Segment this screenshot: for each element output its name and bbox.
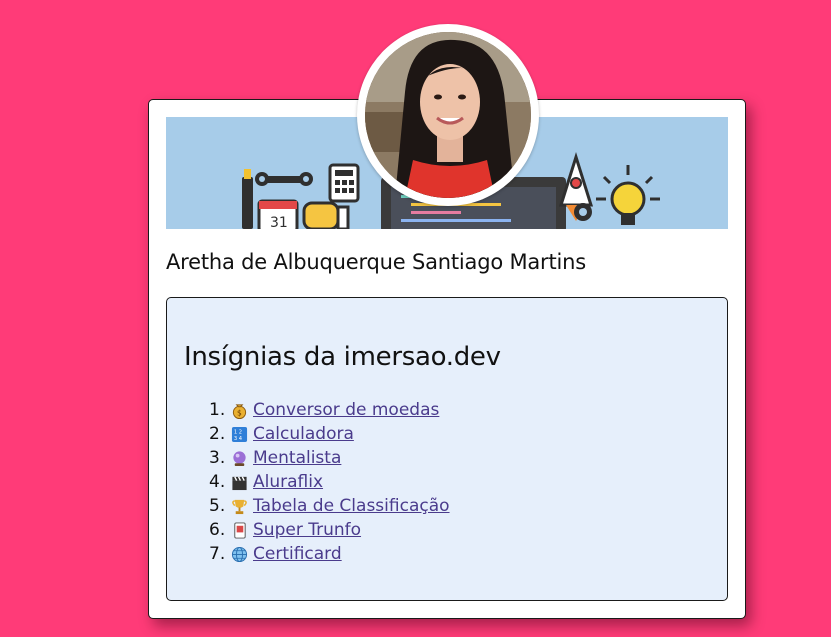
svg-text:31: 31: [270, 215, 288, 229]
profile-name: Aretha de Albuquerque Santiago Martins: [166, 250, 587, 274]
badge-link-tabela-de-classificacao[interactable]: Tabela de Classificação: [253, 494, 450, 518]
trophy-icon: [232, 499, 247, 514]
badge-list: 1. $ Conversor de moedas 2. 1 2 3 4 Calc…: [209, 398, 450, 566]
numbers-keypad-icon: 1 2 3 4: [231, 426, 248, 442]
badge-link-conversor-de-moedas[interactable]: Conversor de moedas: [253, 398, 439, 422]
list-number: 6.: [209, 520, 226, 540]
list-item: 5. Tabela de Classificação: [209, 494, 450, 518]
list-number: 4.: [209, 472, 226, 492]
crystal-ball-icon: [233, 450, 246, 466]
playing-card-icon: [234, 521, 246, 539]
avatar: [365, 32, 531, 198]
list-item: 7. Certificard: [209, 542, 450, 566]
list-number: 5.: [209, 496, 226, 516]
badge-link-aluraflix[interactable]: Aluraflix: [253, 470, 323, 494]
list-item: 1. $ Conversor de moedas: [209, 398, 450, 422]
svg-text:1 2: 1 2: [234, 429, 242, 435]
badge-link-certificard[interactable]: Certificard: [253, 542, 342, 566]
badge-link-calculadora[interactable]: Calculadora: [253, 422, 354, 446]
list-item: 4. Aluraflix: [209, 470, 450, 494]
list-item: 2. 1 2 3 4 Calculadora: [209, 422, 450, 446]
badges-panel: Insígnias da imersao.dev 1. $ Conversor …: [166, 297, 728, 601]
list-item: 6. Super Trunfo: [209, 518, 450, 542]
money-bag-icon: $: [232, 403, 247, 419]
clapper-board-icon: [232, 476, 247, 490]
list-number: 1.: [209, 400, 226, 420]
svg-text:3 4: 3 4: [234, 436, 243, 442]
badge-link-mentalista[interactable]: Mentalista: [253, 446, 341, 470]
list-item: 3. Mentalista: [209, 446, 450, 470]
list-number: 2.: [209, 424, 226, 444]
badges-title: Insígnias da imersao.dev: [184, 342, 501, 372]
svg-text:$: $: [237, 408, 242, 417]
badge-link-super-trunfo[interactable]: Super Trunfo: [253, 518, 361, 542]
globe-icon: [231, 546, 248, 562]
list-number: 7.: [209, 544, 226, 564]
list-number: 3.: [209, 448, 226, 468]
